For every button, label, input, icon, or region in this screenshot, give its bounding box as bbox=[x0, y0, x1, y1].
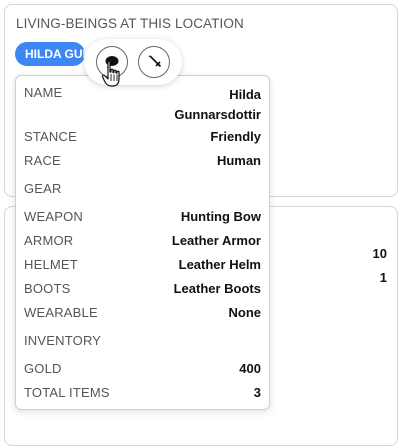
attack-button[interactable] bbox=[138, 46, 170, 78]
panel-value: 1 bbox=[379, 270, 387, 285]
detail-value: Leather Helm bbox=[178, 257, 261, 272]
detail-value: 400 bbox=[239, 361, 261, 376]
detail-row-name: NAME Hilda Gunnarsdottir bbox=[24, 85, 261, 125]
detail-value: Human bbox=[216, 153, 261, 168]
detail-value: None bbox=[228, 305, 262, 320]
detail-value: Hilda Gunnarsdottir bbox=[174, 85, 261, 125]
gear-heading: GEAR bbox=[24, 181, 62, 196]
panel-value: 10 bbox=[372, 246, 387, 261]
detail-label: NAME bbox=[24, 85, 63, 100]
name-line-2: Gunnarsdottir bbox=[174, 107, 261, 122]
detail-label: GOLD bbox=[24, 361, 62, 376]
being-actions bbox=[84, 39, 182, 85]
detail-label: BOOTS bbox=[24, 281, 71, 296]
detail-label: WEAPON bbox=[24, 209, 83, 224]
detail-value: Friendly bbox=[210, 129, 261, 144]
detail-value: Leather Armor bbox=[171, 233, 261, 248]
hand-cursor-icon bbox=[101, 60, 120, 87]
detail-value: Leather Boots bbox=[173, 281, 261, 296]
section-title: LIVING-BEINGS AT THIS LOCATION bbox=[16, 16, 244, 31]
name-line-1: Hilda bbox=[229, 87, 261, 102]
detail-label: ARMOR bbox=[24, 233, 74, 248]
sword-icon bbox=[148, 55, 162, 68]
detail-label: TOTAL ITEMS bbox=[24, 385, 110, 400]
detail-value: Hunting Bow bbox=[180, 209, 261, 224]
being-details-popover: NAME Hilda Gunnarsdottir STANCE Friendly… bbox=[15, 75, 270, 410]
detail-label: RACE bbox=[24, 153, 61, 168]
detail-label: WEARABLE bbox=[24, 305, 98, 320]
detail-label: STANCE bbox=[24, 129, 77, 144]
detail-label: HELMET bbox=[24, 257, 78, 272]
detail-value: 3 bbox=[253, 385, 261, 400]
being-chip[interactable]: HILDA GUNNARSDOTTIR bbox=[15, 42, 85, 66]
inventory-heading: INVENTORY bbox=[24, 333, 102, 348]
